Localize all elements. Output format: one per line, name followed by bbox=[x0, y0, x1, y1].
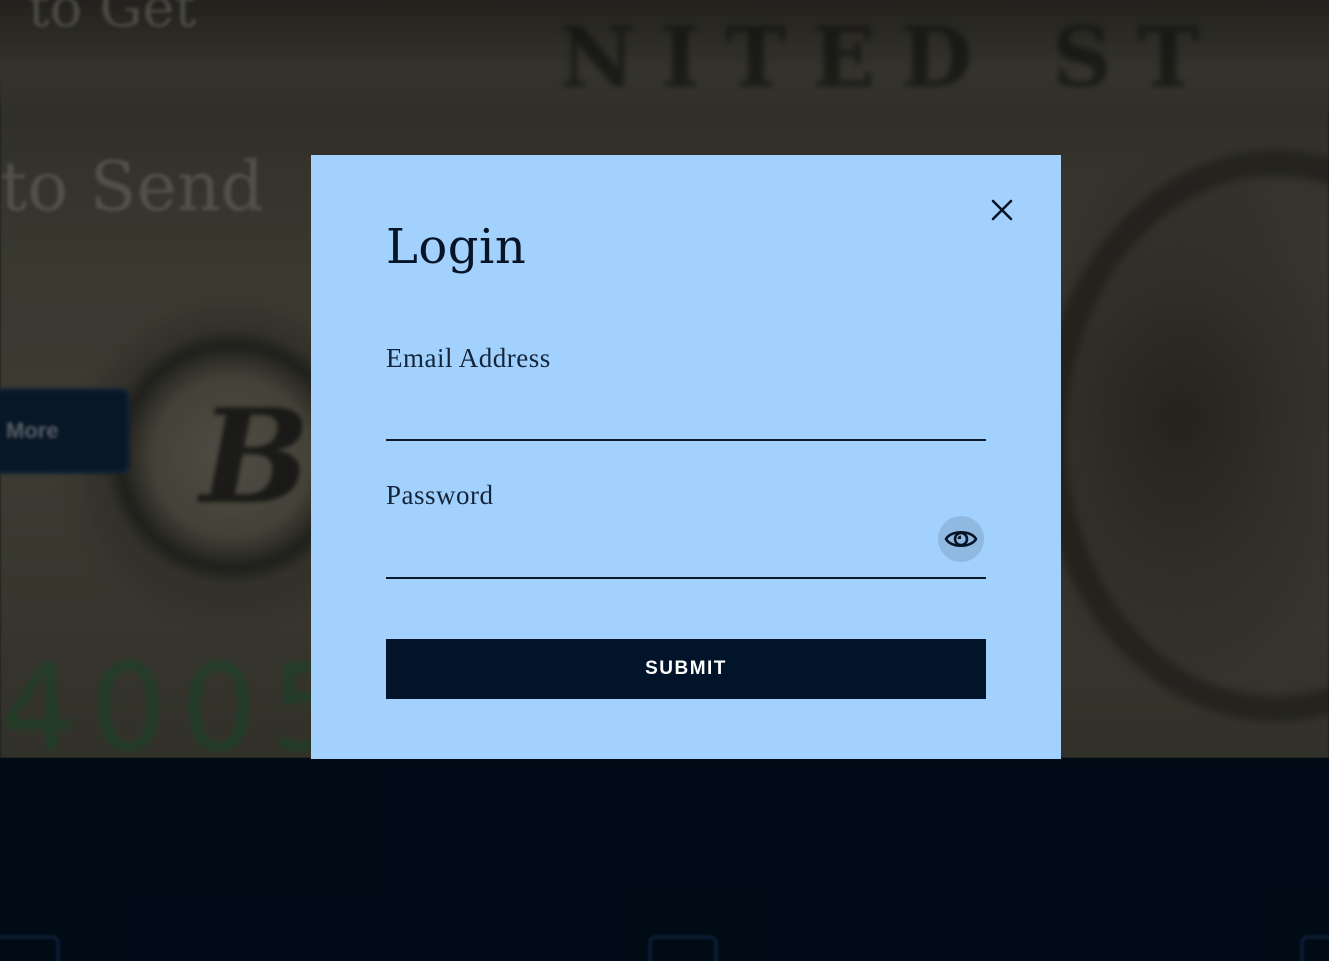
close-icon bbox=[991, 199, 1013, 221]
login-modal: Login Email Address Password SUBMIT bbox=[311, 155, 1061, 759]
password-label: Password bbox=[386, 480, 494, 510]
submit-button[interactable]: SUBMIT bbox=[386, 639, 986, 699]
close-button[interactable] bbox=[991, 199, 1013, 221]
eye-icon bbox=[944, 530, 978, 548]
modal-title: Login bbox=[386, 219, 527, 275]
password-field[interactable] bbox=[386, 535, 986, 579]
show-password-button[interactable] bbox=[938, 516, 984, 562]
email-label: Email Address bbox=[386, 343, 551, 373]
email-field[interactable] bbox=[386, 397, 986, 441]
